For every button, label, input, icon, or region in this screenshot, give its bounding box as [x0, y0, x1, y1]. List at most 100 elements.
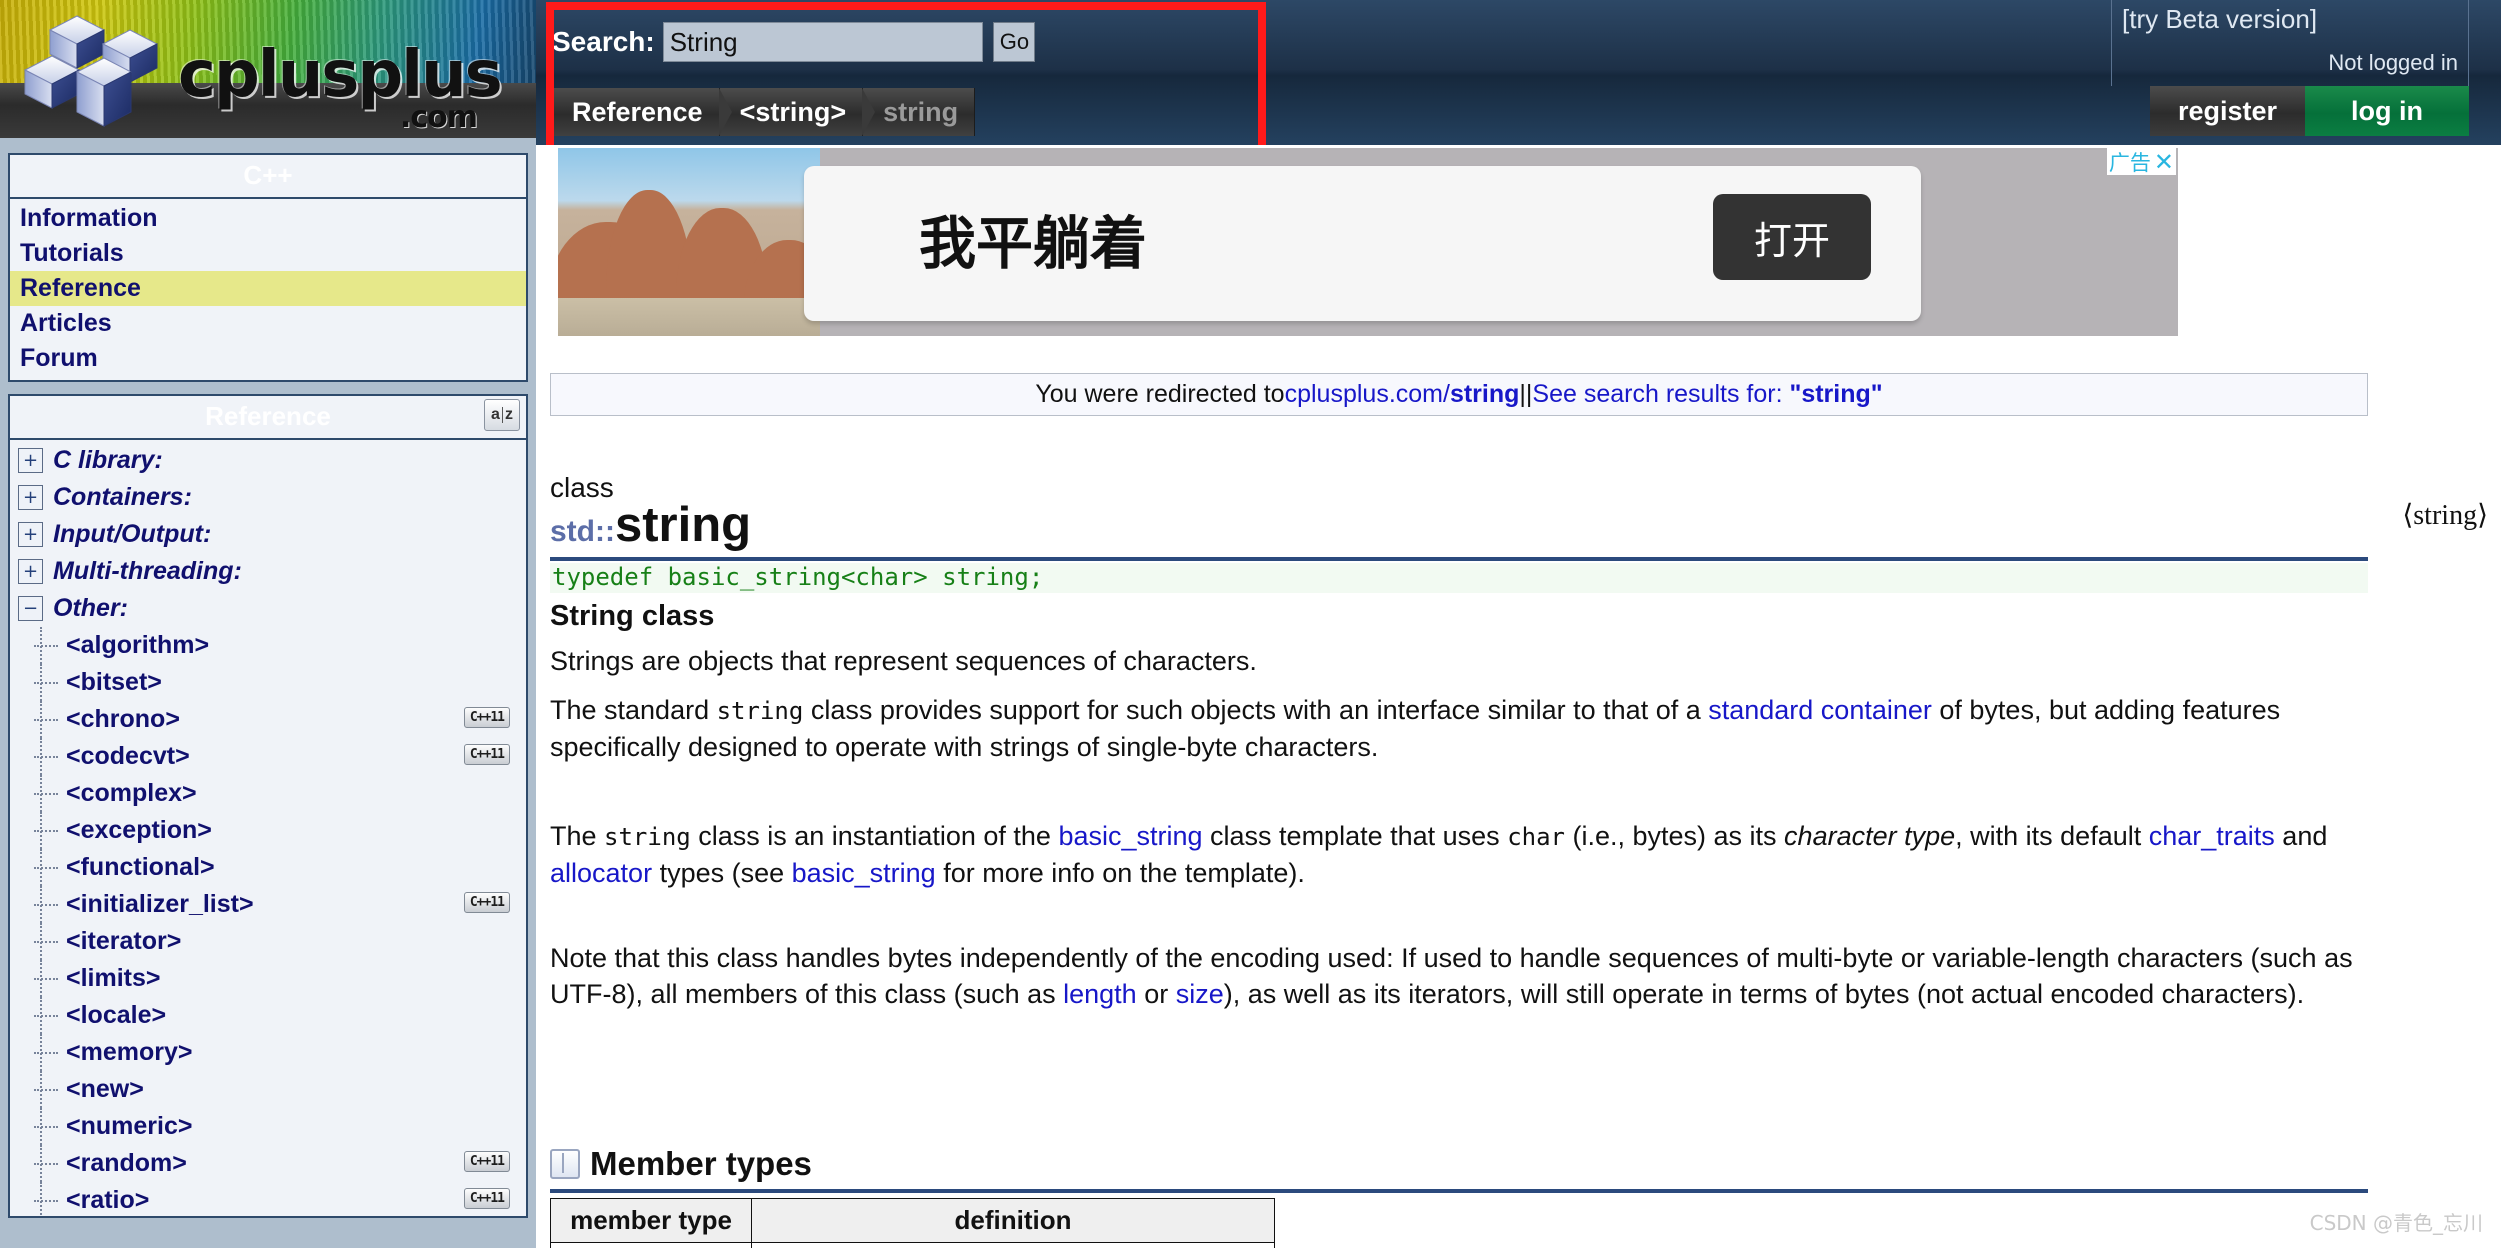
tree-group-other[interactable]: − Other:	[10, 590, 526, 627]
tree-group-containers[interactable]: + Containers:	[10, 479, 526, 516]
ad-label: 广告	[2108, 150, 2151, 175]
link-allocator[interactable]: allocator	[550, 858, 652, 888]
column-header-member-type: member type	[550, 1198, 752, 1243]
login-button[interactable]: log in	[2305, 86, 2469, 136]
tree-item-locale[interactable]: <locale>	[10, 997, 526, 1034]
tree-item-complex[interactable]: <complex>	[10, 775, 526, 812]
tree-item-label[interactable]: <codecvt>	[66, 742, 190, 771]
close-icon[interactable]: ✕	[2154, 148, 2174, 176]
tree-group-label[interactable]: C library:	[53, 446, 163, 475]
tree-item-random[interactable]: <random> C++11	[10, 1145, 526, 1182]
cell-member-type: value_type	[550, 1242, 752, 1248]
tree-group-c-library[interactable]: + C library:	[10, 442, 526, 479]
tree-item-initializer-list[interactable]: <initializer_list> C++11	[10, 886, 526, 923]
cpp-nav-panel: C++ Information Tutorials Reference Arti…	[8, 153, 528, 382]
title-namespace: std::	[550, 515, 615, 548]
tree-item-algorithm[interactable]: <algorithm>	[10, 627, 526, 664]
redirect-target-link[interactable]: cplusplus.com/string	[1285, 380, 1520, 409]
ad-open-button[interactable]: 打开	[1713, 194, 1871, 280]
reference-tree: + C library: + Containers: + Input/Outpu…	[10, 440, 526, 1216]
tree-group-label[interactable]: Containers:	[53, 483, 192, 512]
tree-item-label[interactable]: <bitset>	[66, 668, 162, 697]
tree-branch-line	[34, 903, 58, 906]
paragraph-encoding-note: Note that this class handles bytes indep…	[550, 943, 2353, 1009]
tree-group-label[interactable]: Input/Output:	[53, 520, 211, 549]
tree-group-input-output[interactable]: + Input/Output:	[10, 516, 526, 553]
tree-group-label[interactable]: Multi-threading:	[53, 557, 242, 586]
tree-item-label[interactable]: <algorithm>	[66, 631, 209, 660]
page-title: std:: string	[550, 497, 751, 553]
reference-panel-title: Reference az	[10, 396, 526, 440]
tree-item-label[interactable]: <iterator>	[66, 927, 181, 956]
tree-item-label[interactable]: <ratio>	[66, 1186, 149, 1215]
paragraph-standard-class: The standard string class provides suppo…	[550, 695, 2281, 762]
site-logo[interactable]: cplusplus .com	[0, 0, 536, 145]
ad-label-area: 广告 ✕	[2106, 148, 2176, 176]
sidebar-item-forum[interactable]: Forum	[10, 341, 526, 376]
tree-item-label[interactable]: <initializer_list>	[66, 890, 254, 919]
redirect-separator: ||	[1519, 380, 1533, 408]
sidebar-item-reference[interactable]: Reference	[10, 271, 526, 306]
tree-item-label[interactable]: <complex>	[66, 779, 197, 808]
link-length[interactable]: length	[1063, 979, 1137, 1009]
tree-item-label[interactable]: <memory>	[66, 1038, 192, 1067]
emphasis-character-type: character type	[1784, 821, 1956, 851]
tree-item-label[interactable]: <chrono>	[66, 705, 180, 734]
register-button[interactable]: register	[2150, 86, 2305, 136]
sidebar-item-information[interactable]: Information	[10, 201, 526, 236]
tree-branch-line	[34, 1125, 58, 1128]
title-divider	[550, 557, 2368, 561]
table-header-row: member type definition	[550, 1198, 1275, 1243]
link-char-traits[interactable]: char_traits	[2149, 821, 2275, 851]
tree-item-label[interactable]: <limits>	[66, 964, 161, 993]
tree-item-numeric[interactable]: <numeric>	[10, 1108, 526, 1145]
redirect-prefix: You were redirected to	[1035, 380, 1285, 408]
cpp-nav-title: C++	[10, 155, 526, 199]
tree-item-exception[interactable]: <exception>	[10, 812, 526, 849]
beta-version-link[interactable]: [try Beta version]	[2122, 4, 2317, 35]
tree-item-label[interactable]: <functional>	[66, 853, 215, 882]
expand-plus-icon[interactable]: +	[18, 522, 43, 547]
reference-panel-label: Reference	[205, 401, 331, 431]
tree-item-label[interactable]: <exception>	[66, 816, 212, 845]
sidebar-item-articles[interactable]: Articles	[10, 306, 526, 341]
tree-item-codecvt[interactable]: <codecvt> C++11	[10, 738, 526, 775]
tree-item-ratio[interactable]: <ratio> C++11	[10, 1182, 526, 1216]
alphabetical-index-icon[interactable]: az	[484, 399, 520, 431]
tree-item-functional[interactable]: <functional>	[10, 849, 526, 886]
site-header: cplusplus .com Search: Go Reference <str…	[0, 0, 2501, 182]
link-standard-container[interactable]: standard container	[1708, 695, 1932, 725]
tree-branch-line	[34, 1162, 58, 1165]
expand-plus-icon[interactable]: +	[18, 559, 43, 584]
tree-item-iterator[interactable]: <iterator>	[10, 923, 526, 960]
watermark: CSDN @青色_忘川	[2309, 1211, 2483, 1235]
login-status-text: Not logged in	[2328, 50, 2458, 75]
sidebar-item-tutorials[interactable]: Tutorials	[10, 236, 526, 271]
member-types-table: member type definition value_type char t…	[550, 1198, 1275, 1248]
tree-item-label[interactable]: <locale>	[66, 1001, 166, 1030]
article-subtitle: String class	[550, 600, 715, 632]
link-basic-string-2[interactable]: basic_string	[792, 858, 936, 888]
tree-item-memory[interactable]: <memory>	[10, 1034, 526, 1071]
tree-group-label[interactable]: Other:	[53, 594, 128, 623]
link-basic-string[interactable]: basic_string	[1058, 821, 1202, 851]
tree-branch-line	[34, 718, 58, 721]
tree-item-label[interactable]: <random>	[66, 1149, 187, 1178]
column-header-definition: definition	[751, 1198, 1275, 1243]
tree-group-multi-threading[interactable]: + Multi-threading:	[10, 553, 526, 590]
tree-item-chrono[interactable]: <chrono> C++11	[10, 701, 526, 738]
tree-item-label[interactable]: <numeric>	[66, 1112, 192, 1141]
expand-plus-icon[interactable]: +	[18, 448, 43, 473]
tree-item-bitset[interactable]: <bitset>	[10, 664, 526, 701]
tree-item-limits[interactable]: <limits>	[10, 960, 526, 997]
tree-item-new[interactable]: <new>	[10, 1071, 526, 1108]
auth-buttons: register log in	[2150, 86, 2469, 136]
advertisement-banner[interactable]: 我平躺着 打开 广告 ✕	[558, 148, 2178, 336]
link-size[interactable]: size	[1176, 979, 1224, 1009]
expand-plus-icon[interactable]: +	[18, 485, 43, 510]
paragraph-intro: Strings are objects that represent seque…	[550, 646, 1257, 676]
tree-item-label[interactable]: <new>	[66, 1075, 144, 1104]
search-results-link[interactable]: See search results for: "string"	[1532, 380, 1882, 409]
collapse-minus-icon[interactable]: −	[18, 596, 43, 621]
reference-panel: Reference az + C library: + Containers: …	[8, 394, 528, 1218]
